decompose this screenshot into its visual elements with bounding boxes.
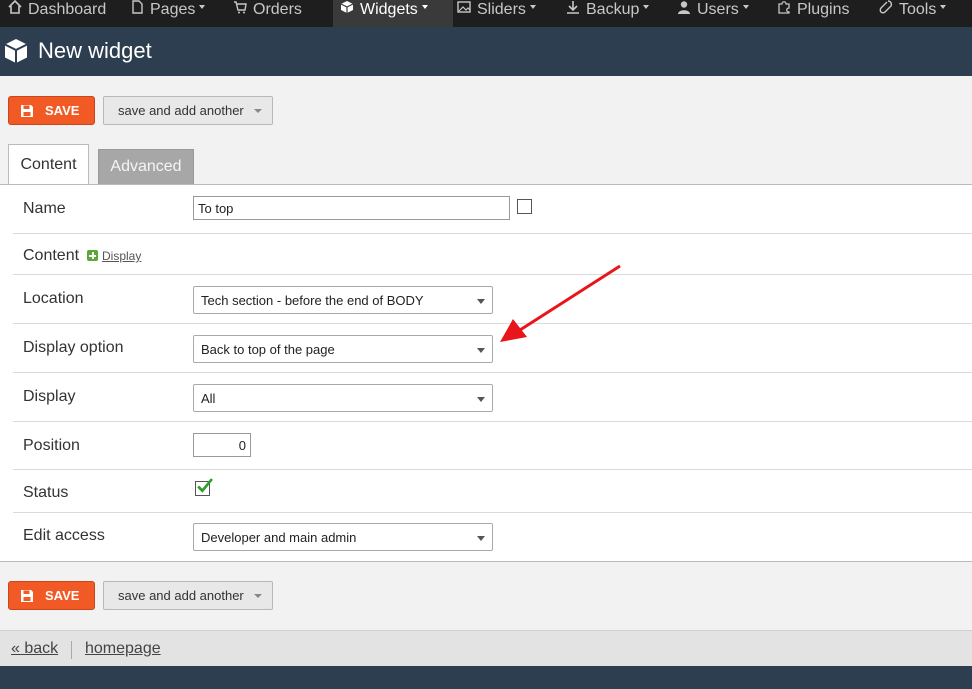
name-label: Name — [23, 200, 66, 217]
nav-sliders[interactable]: Sliders — [457, 0, 536, 27]
back-link[interactable]: « back — [11, 640, 58, 658]
nav-pages[interactable]: Pages — [130, 0, 206, 27]
chevron-down-icon — [421, 5, 428, 9]
plus-icon[interactable] — [87, 250, 98, 261]
chevron-down-icon — [742, 5, 749, 9]
save-button[interactable]: SAVE — [8, 96, 95, 125]
bottom-bar — [0, 666, 972, 689]
row-divider — [13, 421, 972, 422]
chevron-down-icon — [643, 5, 650, 9]
widget-form: Name To top Content Display Location Tec… — [0, 184, 972, 562]
download-icon — [567, 1, 579, 14]
save-and-add-another-button-bottom[interactable]: save and add another — [103, 581, 273, 610]
position-label: Position — [23, 437, 80, 454]
footer-links: « back homepage — [0, 630, 972, 667]
nav-dashboard[interactable]: Dashboard — [8, 0, 106, 27]
chevron-down-icon[interactable] — [254, 109, 262, 113]
chevron-down-icon — [940, 5, 947, 9]
display-select[interactable]: All — [193, 384, 493, 412]
content-label: Content — [23, 247, 80, 264]
chevron-down-icon — [477, 348, 485, 353]
page-icon — [132, 0, 143, 14]
nav-backup[interactable]: Backup — [566, 0, 650, 27]
page-header: New widget — [0, 27, 972, 76]
red-arrow-annotation — [500, 264, 621, 342]
nav-users[interactable]: Users — [677, 0, 749, 27]
cube-icon — [340, 1, 354, 13]
image-icon — [457, 1, 471, 13]
user-icon — [678, 1, 690, 14]
name-checkbox[interactable] — [517, 199, 532, 214]
row-divider — [13, 372, 972, 373]
edit-access-select[interactable]: Developer and main admin — [193, 523, 493, 551]
cart-icon — [234, 1, 247, 14]
tab-content[interactable]: Content — [8, 144, 89, 185]
nav-widgets[interactable]: Widgets — [333, 0, 453, 27]
nav-plugins[interactable]: Plugins — [777, 0, 849, 27]
row-divider — [13, 323, 972, 324]
chevron-down-icon — [477, 536, 485, 541]
status-checkbox[interactable] — [195, 478, 213, 496]
chevron-down-icon — [199, 5, 206, 9]
footer-divider — [71, 641, 72, 659]
name-input[interactable]: To top — [193, 196, 510, 220]
checkmark-icon — [197, 478, 213, 493]
chevron-down-icon — [477, 397, 485, 402]
location-select[interactable]: Tech section - before the end of BODY — [193, 286, 493, 314]
tab-advanced[interactable]: Advanced — [98, 149, 194, 184]
content-display-link[interactable]: Display — [102, 249, 141, 263]
cube-icon — [4, 39, 28, 63]
position-input[interactable]: 0 — [193, 433, 251, 457]
floppy-disk-icon — [21, 105, 33, 117]
nav-tools[interactable]: Tools — [879, 0, 947, 27]
top-navigation: Dashboard Pages Orders Widgets Sliders B… — [0, 0, 972, 27]
row-divider — [13, 469, 972, 470]
chevron-down-icon — [477, 299, 485, 304]
display-option-label: Display option — [23, 339, 124, 356]
location-label: Location — [23, 290, 84, 307]
save-and-add-another-button[interactable]: save and add another — [103, 96, 273, 125]
home-icon — [8, 0, 22, 14]
display-label: Display — [23, 388, 76, 405]
puzzle-icon — [778, 1, 790, 14]
row-divider — [13, 512, 972, 513]
edit-access-label: Edit access — [23, 527, 105, 544]
row-divider — [13, 274, 972, 275]
chevron-down-icon[interactable] — [254, 594, 262, 598]
chevron-down-icon — [529, 5, 536, 9]
page-title: New widget — [38, 38, 152, 63]
status-label: Status — [23, 484, 69, 501]
wrench-icon — [879, 0, 893, 14]
nav-orders[interactable]: Orders — [233, 0, 302, 27]
display-option-select[interactable]: Back to top of the page — [193, 335, 493, 363]
save-button-bottom[interactable]: SAVE — [8, 581, 95, 610]
homepage-link[interactable]: homepage — [85, 640, 161, 658]
floppy-disk-icon — [21, 590, 33, 602]
row-divider — [13, 233, 972, 234]
